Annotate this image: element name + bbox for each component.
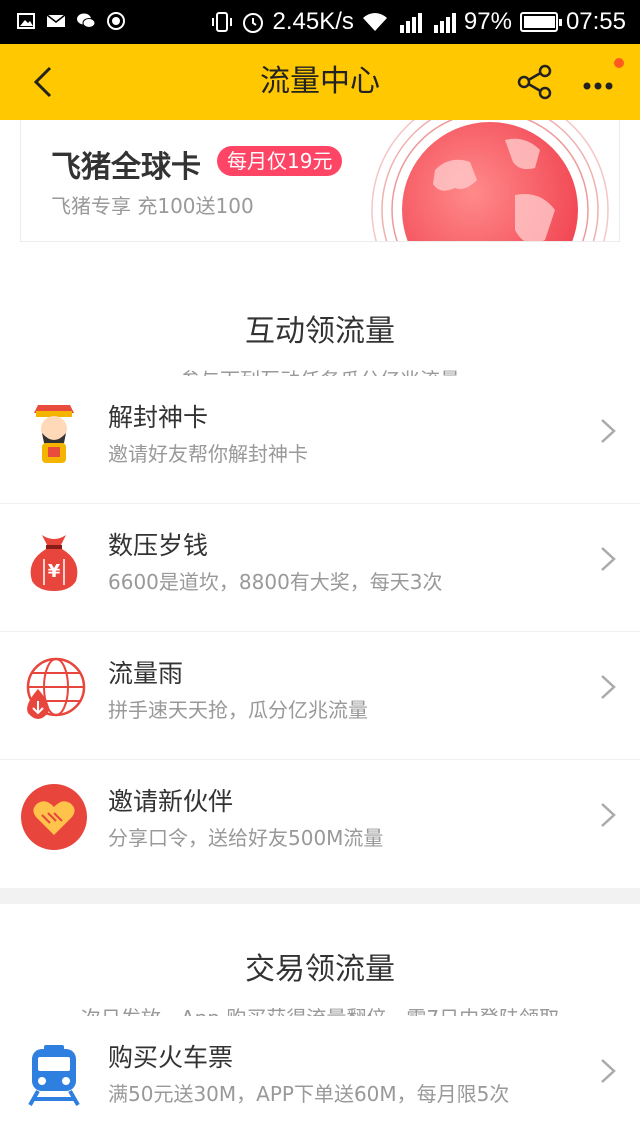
vibrate-icon	[211, 12, 232, 32]
banner-title: 飞猪全球卡	[51, 150, 201, 185]
image-icon	[17, 13, 35, 29]
mail-icon	[46, 14, 66, 27]
handshake-heart-icon	[21, 784, 87, 850]
banner-subtitle: 飞猪专享 充100送100	[51, 194, 254, 218]
signal-g-icon	[433, 13, 456, 33]
section-divider	[0, 888, 640, 904]
svg-text:¥: ¥	[48, 561, 61, 582]
signal-4g-icon	[399, 13, 422, 33]
battery-percent: 97%	[463, 8, 512, 35]
list-item-data-rain[interactable]: 流量雨 拼手速天天抢，瓜分亿兆流量	[0, 632, 640, 760]
globe-icon	[371, 120, 609, 241]
global-card-banner[interactable]: 飞猪全球卡 每月仅19元 飞猪专享 充100送100	[20, 120, 620, 242]
section-title: 互动领流量	[245, 314, 395, 349]
item-desc: 6600是道坎，8800有大奖，每天3次	[108, 570, 443, 594]
item-title: 数压岁钱	[108, 531, 209, 560]
list-item-train-ticket[interactable]: 购买火车票 满50元送30M，APP下单送60M，每月限5次	[0, 1016, 640, 1138]
notification-dot	[614, 58, 624, 68]
battery-icon	[519, 12, 562, 32]
god-of-wealth-icon	[34, 405, 74, 463]
item-title: 流量雨	[108, 659, 184, 688]
notification-icons	[16, 11, 126, 31]
train-icon	[28, 1045, 80, 1106]
list-item-lucky-money[interactable]: ¥ 数压岁钱 6600是道坎，8800有大奖，每天3次	[0, 504, 640, 632]
nav-bar: 流量中心	[0, 44, 640, 120]
section-title: 交易领流量	[245, 952, 395, 987]
more-icon[interactable]	[578, 64, 618, 100]
money-bag-icon: ¥	[30, 535, 78, 591]
clock: 07:55	[565, 8, 626, 35]
wifi-icon	[362, 13, 387, 31]
chevron-right-icon	[601, 675, 616, 699]
status-bar: 2.45K/s 97% 07:55	[0, 0, 640, 44]
chevron-right-icon	[601, 1059, 616, 1083]
record-icon	[107, 12, 125, 30]
item-title: 购买火车票	[108, 1043, 234, 1072]
chevron-right-icon	[601, 547, 616, 571]
system-indicators: 2.45K/s 97% 07:55	[211, 0, 626, 44]
item-desc: 邀请好友帮你解封神卡	[108, 442, 308, 466]
network-speed: 2.45K/s	[272, 8, 354, 35]
item-title: 邀请新伙伴	[108, 787, 234, 816]
item-desc: 分享口令，送给好友500M流量	[108, 826, 384, 850]
list-item-unlock-card[interactable]: 解封神卡 邀请好友帮你解封神卡	[0, 376, 640, 504]
share-icon[interactable]	[516, 63, 554, 101]
wechat-icon	[77, 13, 96, 28]
price-badge: 每月仅19元	[217, 146, 343, 176]
chevron-right-icon	[601, 803, 616, 827]
item-desc: 满50元送30M，APP下单送60M，每月限5次	[108, 1082, 510, 1106]
alarm-icon	[242, 13, 263, 33]
chevron-right-icon	[601, 419, 616, 443]
item-title: 解封神卡	[108, 403, 209, 432]
item-desc: 拼手速天天抢，瓜分亿兆流量	[108, 698, 368, 722]
globe-download-icon	[26, 657, 86, 719]
list-item-invite-partner[interactable]: 邀请新伙伴 分享口令，送给好友500M流量	[0, 760, 640, 888]
